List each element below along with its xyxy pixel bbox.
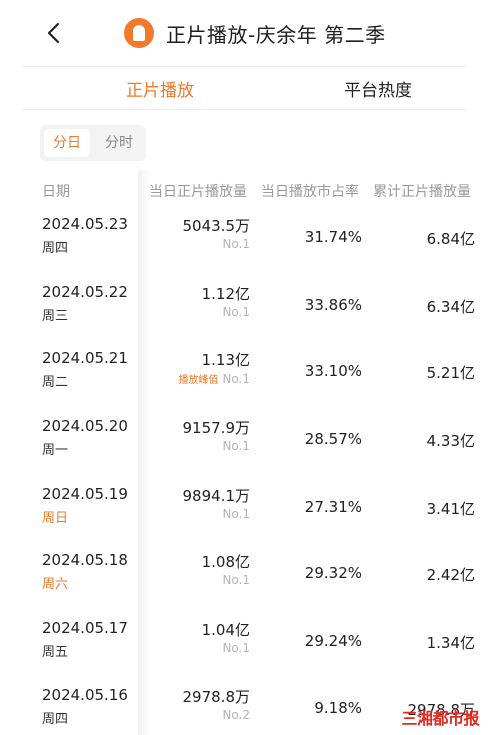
rank-value: No.1: [222, 305, 250, 319]
row-weekday: 周日: [42, 511, 69, 526]
hourly-toggle-button[interactable]: 分时: [96, 129, 142, 157]
header-date: 日期: [42, 184, 70, 200]
daily-plays-value: 1.04亿: [201, 621, 250, 639]
rank-value: No.1: [222, 372, 250, 386]
table-row: 2024.05.20 周一 9157.9万 No.1 28.57% 4.33亿: [0, 417, 489, 484]
row-weekday: 周五: [42, 645, 69, 660]
header-cumulative-plays: 累计正片播放量: [373, 184, 471, 200]
granularity-toggle: 分日 分时: [40, 125, 146, 161]
market-share-value: 29.24%: [304, 632, 362, 650]
cumulative-plays-value: 3.41亿: [426, 500, 475, 518]
row-date: 2024.05.18: [42, 551, 128, 569]
rank-value: No.2: [222, 708, 250, 722]
daily-toggle-button[interactable]: 分日: [44, 129, 90, 157]
header-market-share: 当日播放市占率: [261, 184, 359, 200]
market-share-value: 27.31%: [304, 498, 362, 516]
market-share-value: 28.57%: [304, 430, 362, 448]
chevron-left-icon[interactable]: [42, 20, 68, 46]
rank-label: No.1: [222, 641, 250, 655]
table-row: 2024.05.18 周六 1.08亿 No.1 29.32% 2.42亿: [0, 551, 489, 618]
row-date: 2024.05.23: [42, 215, 128, 233]
rank-value: No.1: [222, 641, 250, 655]
cumulative-plays-value: 1.34亿: [426, 634, 475, 652]
market-share-value: 33.10%: [304, 362, 362, 380]
table-header: 日期 当日正片播放量 当日播放市占率 累计正片播放量: [0, 178, 489, 200]
market-share-value: 29.32%: [304, 564, 362, 582]
row-weekday: 周二: [42, 375, 69, 390]
rank-value: No.1: [222, 573, 250, 587]
table-row: 2024.05.23 周四 5043.5万 No.1 31.74% 6.84亿: [0, 215, 489, 282]
row-weekday: 周一: [42, 443, 69, 458]
row-weekday: 周六: [42, 577, 69, 592]
tab-bar: 正片播放 平台热度: [22, 66, 467, 110]
cumulative-plays-value: 2.42亿: [426, 566, 475, 584]
rank-label: No.1: [222, 439, 250, 453]
row-weekday: 周四: [42, 712, 69, 727]
row-date: 2024.05.22: [42, 283, 128, 301]
daily-plays-value: 1.08亿: [201, 553, 250, 571]
rank-label: No.2: [222, 708, 250, 722]
row-date: 2024.05.19: [42, 485, 128, 503]
cumulative-plays-value: 6.84亿: [426, 230, 475, 248]
daily-plays-value: 1.12亿: [201, 285, 250, 303]
daily-plays-value: 5043.5万: [182, 217, 251, 235]
table-row: 2024.05.17 周五 1.04亿 No.1 29.24% 1.34亿: [0, 619, 489, 686]
rank-label: No.1: [222, 305, 250, 319]
daily-plays-value: 2978.8万: [182, 688, 251, 706]
cumulative-plays-value: 5.21亿: [426, 364, 475, 382]
page-title: 正片播放-庆余年 第二季: [166, 22, 386, 47]
rank-label: No.1: [222, 237, 250, 251]
row-date: 2024.05.20: [42, 417, 128, 435]
title-group: 正片播放-庆余年 第二季: [124, 18, 386, 48]
app-logo-icon: [124, 18, 154, 48]
daily-plays-value: 9157.9万: [182, 419, 251, 437]
row-date: 2024.05.21: [42, 349, 128, 367]
daily-plays-value: 1.13亿: [201, 351, 250, 369]
peak-badge: 播放峰值: [178, 375, 219, 386]
rank-label: No.1: [222, 507, 250, 521]
top-bar: 正片播放-庆余年 第二季: [0, 0, 489, 66]
tab-episode-play[interactable]: 正片播放: [126, 76, 194, 101]
table-row: 2024.05.21 周二 1.13亿播放峰值 No.1 33.10% 5.21亿: [0, 349, 489, 416]
row-weekday: 周四: [42, 241, 69, 256]
cumulative-plays-value: 4.33亿: [426, 432, 475, 450]
header-daily-plays: 当日正片播放量: [149, 184, 247, 200]
table-row: 2024.05.19 周日 9894.1万 No.1 27.31% 3.41亿: [0, 485, 489, 552]
rank-label: 播放峰值 No.1: [178, 371, 250, 386]
rank-label: No.1: [222, 573, 250, 587]
daily-plays-value: 9894.1万: [182, 487, 251, 505]
watermark: 三湘都市报: [401, 709, 479, 728]
cumulative-plays-value: 6.34亿: [426, 298, 475, 316]
tab-platform-heat[interactable]: 平台热度: [344, 76, 412, 101]
market-share-value: 31.74%: [304, 228, 362, 246]
row-date: 2024.05.17: [42, 619, 128, 637]
rank-value: No.1: [222, 237, 250, 251]
table-row: 2024.05.22 周三 1.12亿 No.1 33.86% 6.34亿: [0, 283, 489, 350]
market-share-value: 33.86%: [304, 296, 362, 314]
market-share-value: 9.18%: [314, 699, 362, 717]
rank-value: No.1: [222, 507, 250, 521]
row-date: 2024.05.16: [42, 686, 128, 704]
row-weekday: 周三: [42, 309, 69, 324]
rank-value: No.1: [222, 439, 250, 453]
